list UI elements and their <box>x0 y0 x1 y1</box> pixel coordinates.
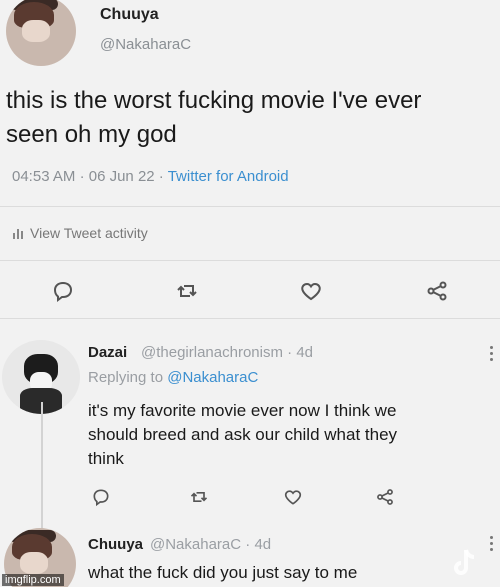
reply-text-line-3: think <box>88 449 124 468</box>
retweet-button[interactable] <box>174 278 200 304</box>
view-tweet-activity[interactable]: View Tweet activity <box>12 225 148 241</box>
tweet-meta: 04:53 AM · 06 Jun 22 · Twitter for Andro… <box>12 168 289 185</box>
like-button[interactable] <box>298 278 324 304</box>
reply-icon <box>93 489 109 507</box>
reply2-age: 4d <box>254 536 272 553</box>
imgflip-watermark: imgflip.com <box>2 574 64 586</box>
share-icon <box>427 281 447 301</box>
handle[interactable]: @NakaharaC <box>100 36 191 53</box>
divider <box>0 260 500 261</box>
tweet-text-line-2: seen oh my god <box>6 121 177 148</box>
reply-icon <box>53 281 73 302</box>
chuuya-avatar[interactable] <box>6 0 76 66</box>
replying-handle-link[interactable]: @NakaharaC <box>167 369 258 386</box>
reply2-handle: @NakaharaC · 4d <box>150 536 272 553</box>
reply2-handle-text[interactable]: @NakaharaC <box>150 536 241 553</box>
view-activity-label: View Tweet activity <box>30 225 148 241</box>
reply-text-line-1: it's my favorite movie ever now I think … <box>88 401 397 420</box>
tweet-text-line-1: this is the worst fucking movie I've eve… <box>6 87 422 114</box>
divider <box>0 318 500 319</box>
share-icon <box>377 489 393 505</box>
replying-label: Replying to <box>88 369 164 386</box>
like-button[interactable] <box>280 484 306 510</box>
retweet-button[interactable] <box>186 484 212 510</box>
like-icon <box>301 282 321 301</box>
replying-to: Replying to @NakaharaC <box>88 369 258 386</box>
reply-text-line-2: should breed and ask our child what they <box>88 425 398 444</box>
retweet-icon <box>190 492 208 502</box>
share-button[interactable] <box>372 484 398 510</box>
main-tweet: Chuuya @NakaharaC this is the worst fuck… <box>0 0 500 320</box>
reply-button[interactable] <box>88 484 114 510</box>
tiktok-logo <box>454 549 475 575</box>
bar-chart-icon <box>13 229 23 239</box>
tweet-source-link[interactable]: Twitter for Android <box>168 168 289 185</box>
share-button[interactable] <box>424 278 450 304</box>
reply-handle: @thegirlanachronism · 4d <box>141 344 313 361</box>
reply-display-name[interactable]: Dazai <box>88 344 127 361</box>
display-name[interactable]: Chuuya <box>100 6 159 24</box>
retweet-icon <box>177 285 197 297</box>
more-icon[interactable] <box>488 536 494 552</box>
divider <box>0 206 500 207</box>
more-icon[interactable] <box>488 346 494 362</box>
like-icon <box>284 490 302 505</box>
thread-line <box>41 402 43 530</box>
tweet-date: 06 Jun 22 <box>88 168 155 185</box>
reply2-display-name[interactable]: Chuuya <box>88 536 143 553</box>
reply2-text-line-1: what the fuck did you just say to me <box>88 563 358 582</box>
reply-handle-text[interactable]: @thegirlanachronism <box>141 344 283 361</box>
reply-button[interactable] <box>50 278 76 304</box>
reply-age: 4d <box>296 344 313 361</box>
tweet-time: 04:53 AM <box>12 168 76 185</box>
